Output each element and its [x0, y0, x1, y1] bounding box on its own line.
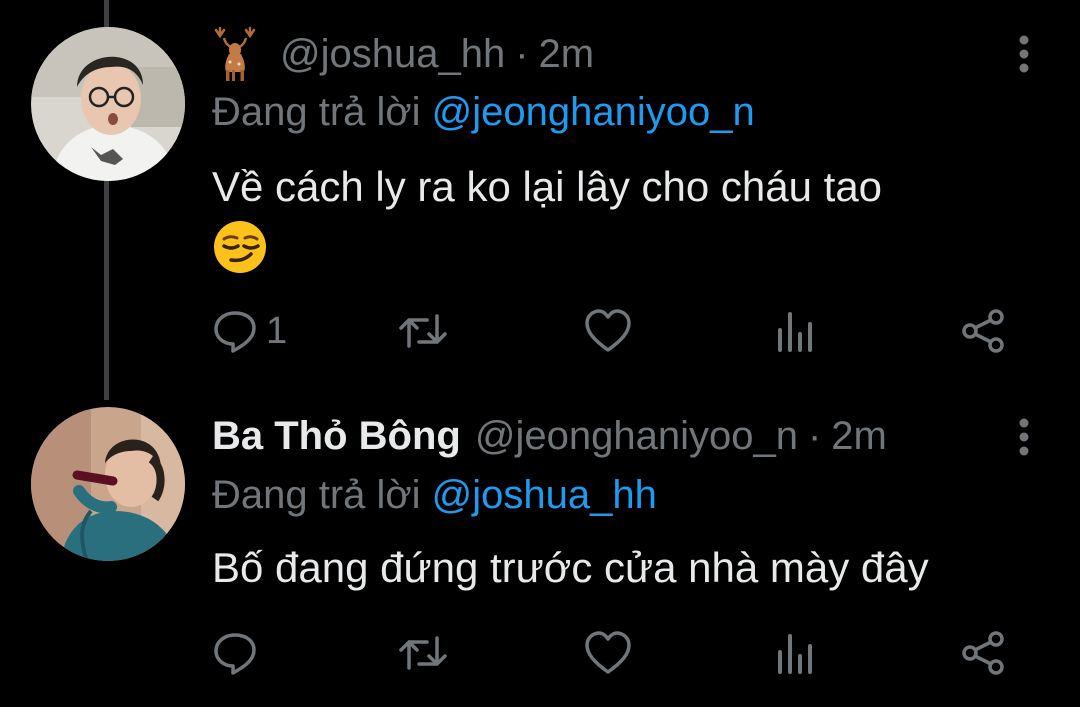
retweet-button[interactable]	[397, 628, 457, 678]
user-handle[interactable]: @jeonghaniyoo_n	[475, 414, 798, 459]
more-options-icon[interactable]	[1018, 34, 1030, 74]
retweet-icon	[399, 636, 447, 670]
avatar[interactable]	[31, 407, 185, 561]
reply-button[interactable]: 1	[212, 306, 287, 356]
share-icon	[962, 631, 1004, 675]
replying-to-line: Đang trả lời @joshua_hh	[212, 473, 657, 518]
replying-to-label: Đang trả lời	[212, 90, 421, 134]
tweet[interactable]: @joshua_hh · 2m Đang trả lời @jeonghaniy…	[0, 0, 1080, 380]
reply-icon	[214, 633, 256, 675]
analytics-icon	[778, 634, 812, 674]
retweet-icon	[399, 314, 447, 348]
tweet-header: Ba Thỏ Bông @jeonghaniyoo_n · 2m	[212, 408, 887, 464]
analytics-button[interactable]	[775, 306, 823, 356]
smirk-emoji	[214, 221, 266, 273]
tweet-header: @joshua_hh · 2m	[212, 26, 594, 82]
separator-dot: ·	[515, 31, 529, 76]
avatar[interactable]	[31, 27, 185, 181]
heart-icon	[585, 309, 631, 352]
tweet[interactable]: Ba Thỏ Bông @jeonghaniyoo_n · 2m Đang tr…	[0, 380, 1080, 707]
replying-to-line: Đang trả lời @jeonghaniyoo_n	[212, 90, 755, 135]
tweet-text: Bố đang đứng trước cửa nhà mày đây	[212, 544, 929, 591]
tweet-actions	[212, 628, 1012, 678]
tweet-text: Về cách ly ra ko lại lây cho cháu tao	[212, 163, 883, 210]
share-icon	[962, 309, 1004, 353]
timestamp[interactable]: 2m	[539, 32, 595, 77]
share-button[interactable]	[960, 306, 1006, 356]
replying-to-label: Đang trả lời	[212, 473, 421, 517]
analytics-button[interactable]	[775, 628, 823, 678]
reply-count: 1	[266, 309, 288, 352]
like-button[interactable]	[584, 306, 640, 356]
user-handle[interactable]: @joshua_hh	[280, 32, 505, 77]
share-button[interactable]	[960, 628, 1006, 678]
reply-icon	[214, 311, 256, 353]
heart-icon	[585, 631, 631, 674]
retweet-button[interactable]	[397, 306, 457, 356]
separator-dot: ·	[807, 413, 822, 458]
mention-link[interactable]: @jeonghaniyoo_n	[432, 90, 755, 134]
more-options-icon[interactable]	[1018, 417, 1030, 457]
mention-link[interactable]: @joshua_hh	[432, 473, 657, 517]
display-name[interactable]: Ba Thỏ Bông	[212, 414, 461, 459]
like-button[interactable]	[584, 628, 640, 678]
deer-icon	[212, 26, 258, 82]
tweet-actions: 1	[212, 306, 1012, 356]
analytics-icon	[778, 312, 812, 352]
timestamp[interactable]: 2m	[831, 414, 887, 459]
reply-button[interactable]	[212, 628, 266, 678]
